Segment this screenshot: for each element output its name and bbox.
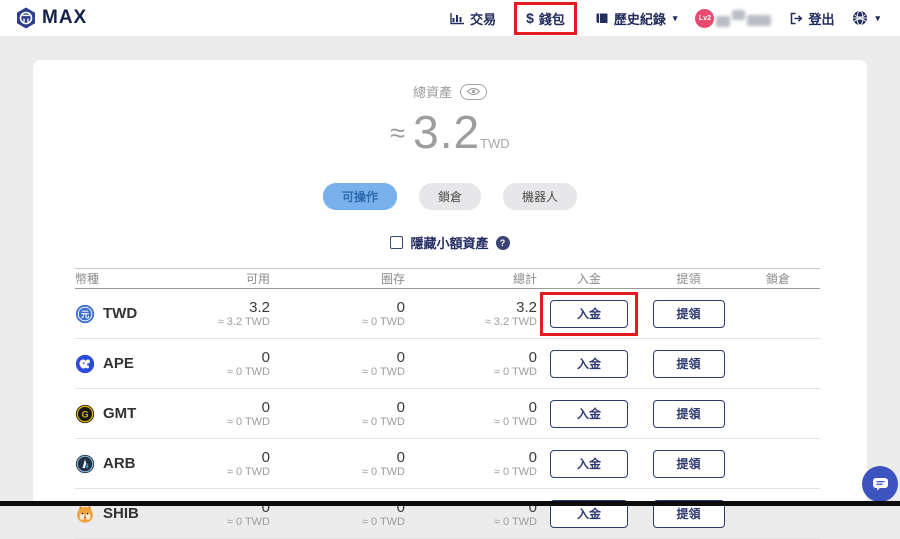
withdraw-button[interactable]: 提領 (653, 450, 725, 478)
chat-bubble-icon (872, 477, 889, 491)
col-reserved: 圈存 (270, 270, 405, 287)
user-account-chip[interactable]: Lv2 (695, 9, 771, 28)
top-navbar: MAX 交易 $ 錢包 歷史紀錄 ▾ (0, 0, 900, 36)
nav-history[interactable]: 歷史紀錄 ▾ (595, 9, 678, 28)
help-icon[interactable]: ? (496, 236, 510, 250)
withdraw-button[interactable]: 提領 (653, 400, 725, 428)
col-currency: 幣種 (75, 270, 185, 287)
deposit-button[interactable]: 入金 (550, 300, 628, 328)
available-cell: 3.2 ≈ 3.2 TWD (185, 299, 270, 329)
hide-small-assets-row: 隱藏小額資產 ? (33, 233, 867, 252)
table-row-gmt: G GMT 0 ≈ 0 TWD 0 ≈ 0 TWD 0 ≈ 0 TWD 入金 (75, 389, 820, 439)
max-logo-text: MAX (42, 7, 87, 29)
twd-coin-icon: 元 (75, 304, 95, 324)
total-amount: 3.2 (413, 106, 480, 158)
total-assets-header: 總資產 (33, 82, 867, 101)
max-logo-icon (14, 6, 38, 30)
redacted-username-block (716, 16, 730, 27)
reserved-cell: 0 ≈ 0 TWD (270, 299, 405, 329)
navbar-menu: 交易 $ 錢包 歷史紀錄 ▾ Lv2 (450, 0, 880, 36)
svg-text:G: G (81, 409, 88, 419)
support-chat-button[interactable] (862, 466, 898, 502)
logout-icon (789, 12, 803, 25)
table-row-shib: SHIB 0 ≈ 0 TWD 0 ≈ 0 TWD 0 ≈ 0 TWD 入金 提領 (75, 489, 820, 539)
hide-small-assets-checkbox[interactable] (390, 236, 403, 249)
tab-bot[interactable]: 機器人 (503, 183, 577, 210)
arb-coin-icon (75, 454, 95, 474)
gmt-coin-icon: G (75, 404, 95, 424)
reserved-cell: 0 ≈ 0 TWD (270, 349, 405, 379)
hide-small-assets-label: 隱藏小額資產 (410, 233, 488, 252)
reserved-cell: 0 ≈ 0 TWD (270, 449, 405, 479)
withdraw-button[interactable]: 提領 (653, 350, 725, 378)
total-assets-label: 總資產 (413, 82, 452, 101)
dollar-icon: $ (526, 10, 534, 26)
tab-operable[interactable]: 可操作 (323, 183, 397, 210)
available-cell: 0 ≈ 0 TWD (185, 349, 270, 379)
bar-chart-icon (450, 12, 465, 25)
deposit-button[interactable]: 入金 (550, 350, 628, 378)
total-assets-value: ≈3.2TWD (33, 105, 867, 159)
deposit-highlight-box: 入金 (540, 292, 638, 336)
chevron-down-icon: ▾ (673, 13, 678, 24)
approx-sign: ≈ (390, 118, 405, 148)
nav-trade-label: 交易 (470, 9, 496, 28)
wallet-tabs: 可操作 鎖倉 機器人 (33, 183, 867, 210)
redacted-username-block (747, 15, 771, 26)
total-cell: 0 ≈ 0 TWD (405, 349, 537, 379)
coin-symbol: GMT (103, 405, 136, 422)
shib-coin-icon (75, 504, 95, 524)
tab-locked[interactable]: 鎖倉 (419, 183, 481, 210)
nav-trade[interactable]: 交易 (450, 9, 496, 28)
total-cell: 0 ≈ 0 TWD (405, 449, 537, 479)
col-total: 總計 (405, 270, 537, 287)
coin-symbol: TWD (103, 305, 137, 322)
withdraw-button[interactable]: 提領 (653, 300, 725, 328)
wallet-card: 總資產 ≈3.2TWD 可操作 鎖倉 機器人 隱藏小額資產 ? 幣種 可用 圈存… (33, 60, 867, 506)
nav-logout[interactable]: 登出 (789, 9, 834, 28)
coin-symbol: ARB (103, 455, 136, 472)
assets-table-header: 幣種 可用 圈存 總計 入金 提領 鎖倉 (75, 268, 820, 289)
coin-symbol: SHIB (103, 505, 139, 522)
available-cell: 0 ≈ 0 TWD (185, 449, 270, 479)
svg-text:元: 元 (81, 309, 90, 319)
bottom-letterbox-bar (0, 501, 900, 506)
total-cell: 3.2 ≈ 3.2 TWD (405, 299, 537, 329)
nav-wallet[interactable]: $ 錢包 (526, 9, 565, 28)
total-currency: TWD (480, 136, 510, 151)
col-available: 可用 (185, 270, 270, 287)
deposit-button[interactable]: 入金 (550, 400, 628, 428)
globe-icon (852, 10, 868, 26)
reserved-cell: 0 ≈ 0 TWD (270, 399, 405, 429)
table-row-arb: ARB 0 ≈ 0 TWD 0 ≈ 0 TWD 0 ≈ 0 TWD 入金 提領 (75, 439, 820, 489)
max-logo[interactable]: MAX (14, 6, 87, 30)
assets-table: 幣種 可用 圈存 總計 入金 提領 鎖倉 元 TWD 3.2 ≈ 3.2 TWD (75, 268, 820, 539)
total-cell: 0 ≈ 0 TWD (405, 399, 537, 429)
nav-history-label: 歷史紀錄 (614, 9, 666, 28)
visibility-toggle-eye-icon[interactable] (460, 84, 487, 100)
col-withdraw: 提領 (641, 270, 736, 287)
language-selector[interactable]: ▾ (852, 10, 880, 26)
col-locked: 鎖倉 (736, 270, 820, 287)
available-cell: 0 ≈ 0 TWD (185, 399, 270, 429)
nav-logout-label: 登出 (808, 9, 834, 28)
redacted-username-block (732, 10, 745, 20)
table-row-ape: APE 0 ≈ 0 TWD 0 ≈ 0 TWD 0 ≈ 0 TWD 入金 提領 (75, 339, 820, 389)
table-row-twd: 元 TWD 3.2 ≈ 3.2 TWD 0 ≈ 0 TWD 3.2 ≈ 3.2 … (75, 289, 820, 339)
nav-wallet-label: 錢包 (539, 9, 565, 28)
wallet-highlight-box: $ 錢包 (514, 2, 577, 35)
ape-coin-icon (75, 354, 95, 374)
book-icon (595, 12, 609, 25)
coin-symbol: APE (103, 355, 134, 372)
col-deposit: 入金 (537, 270, 641, 287)
chevron-down-icon: ▾ (875, 13, 880, 24)
user-level-badge: Lv2 (695, 9, 714, 28)
deposit-button[interactable]: 入金 (550, 450, 628, 478)
